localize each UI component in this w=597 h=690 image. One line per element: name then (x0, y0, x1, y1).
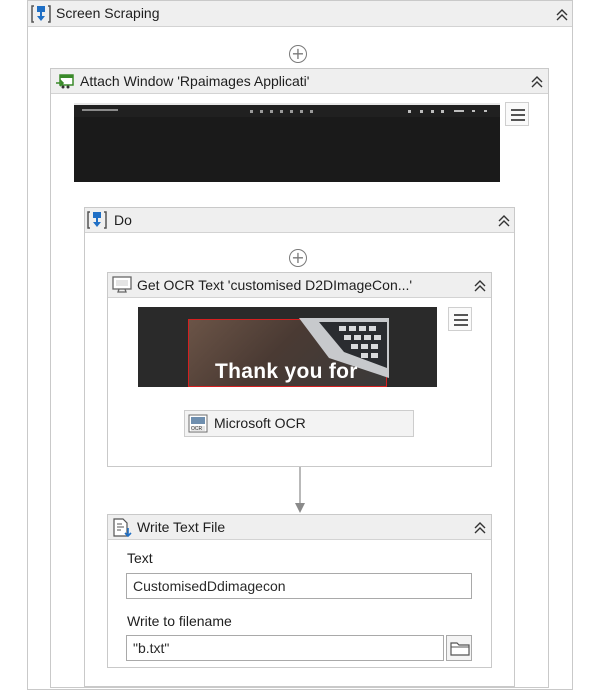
filename-input[interactable]: "b.txt" (126, 635, 444, 661)
sequence-icon (87, 210, 107, 230)
attach-window-preview[interactable] (74, 103, 500, 182)
attach-window-header[interactable]: Attach Window 'Rpaimages Applicati' (51, 69, 548, 94)
preview-toolbar (74, 105, 500, 117)
write-file-icon (112, 518, 132, 538)
do-header[interactable]: Do (85, 208, 514, 233)
ocr-monitor-icon (112, 276, 132, 294)
flow-connector-arrow (295, 467, 305, 513)
collapse-chevron-icon[interactable] (496, 213, 512, 229)
collapse-chevron-icon[interactable] (472, 520, 488, 536)
ocr-selection-area: Thank you for (188, 318, 389, 387)
do-title: Do (114, 212, 132, 228)
ocr-target-preview[interactable]: Thank you for (138, 307, 437, 387)
folder-icon (450, 640, 470, 657)
text-field-label: Text (127, 550, 153, 566)
collapse-chevron-icon[interactable] (554, 7, 570, 23)
text-input[interactable]: CustomisedDdimagecon (126, 573, 472, 599)
ocr-preview-text: Thank you for (215, 360, 358, 383)
ocr-engine-icon-text: OCR (191, 426, 203, 432)
attach-window-icon (55, 72, 75, 90)
filename-field-label: Write to filename (127, 613, 232, 629)
collapse-chevron-icon[interactable] (529, 74, 545, 90)
sequence-icon (31, 4, 51, 24)
hamburger-menu-icon[interactable] (448, 307, 472, 331)
add-activity-icon[interactable]: + (289, 249, 307, 267)
collapse-chevron-icon[interactable] (472, 278, 488, 294)
get-ocr-text-title: Get OCR Text 'customised D2DImageCon...' (137, 277, 413, 293)
attach-window-title: Attach Window 'Rpaimages Applicati' (80, 73, 310, 89)
screen-scraping-header[interactable]: Screen Scraping (28, 1, 572, 27)
write-text-file-header[interactable]: Write Text File (108, 515, 491, 540)
write-text-file-title: Write Text File (137, 519, 226, 535)
get-ocr-text-header[interactable]: Get OCR Text 'customised D2DImageCon...' (108, 273, 491, 298)
ocr-engine-box[interactable]: OCR Microsoft OCR (184, 410, 414, 437)
add-activity-icon[interactable]: + (289, 45, 307, 63)
screen-scraping-title: Screen Scraping (56, 5, 160, 21)
hamburger-menu-icon[interactable] (505, 102, 529, 126)
ocr-engine-label: Microsoft OCR (214, 415, 306, 431)
browse-folder-button[interactable] (446, 635, 472, 661)
